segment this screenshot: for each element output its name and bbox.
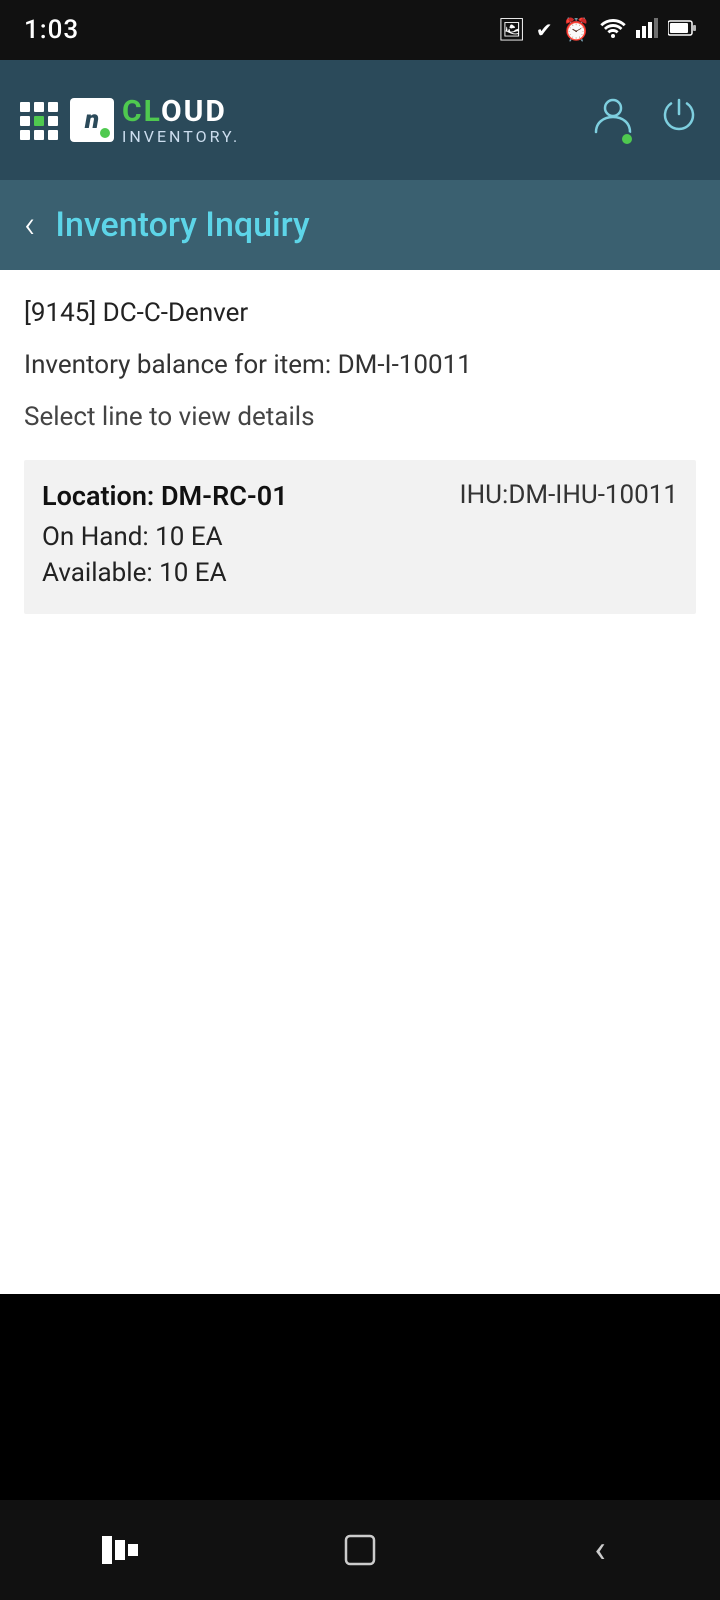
nav-back-button[interactable]: ‹ <box>560 1520 640 1580</box>
location-id-line: [9145] DC-C-Denver <box>24 298 696 328</box>
status-bar: 1:03 🖼 ✔ ⏰ <box>0 0 720 60</box>
balance-label: Inventory balance for item: DM-I-10011 <box>24 350 696 380</box>
hint-label: Select line to view details <box>24 402 696 432</box>
online-dot <box>620 132 634 146</box>
logo-n-badge: n <box>70 98 114 142</box>
signal-icon <box>636 16 658 44</box>
wifi-icon <box>600 16 626 44</box>
grid-icon[interactable] <box>20 102 56 138</box>
logo-cloud-text: CLOUD <box>122 95 240 128</box>
card-ihu: IHU:DM-IHU-10011 <box>460 480 678 510</box>
user-icon[interactable] <box>592 94 634 146</box>
main-content: [9145] DC-C-Denver Inventory balance for… <box>0 270 720 614</box>
card-on-hand: On Hand: 10 EA <box>42 522 678 552</box>
white-fill <box>0 614 720 1294</box>
card-available: Available: 10 EA <box>42 558 678 588</box>
inventory-card[interactable]: Location: DM-RC-01 IHU:DM-IHU-10011 On H… <box>24 460 696 614</box>
card-location: Location: DM-RC-01 <box>42 480 288 512</box>
battery-icon <box>668 18 696 43</box>
power-icon[interactable] <box>658 94 700 146</box>
logo-text: CLOUD INVENTORY. <box>122 95 240 146</box>
card-top-row: Location: DM-RC-01 IHU:DM-IHU-10011 <box>42 480 678 512</box>
status-time: 1:03 <box>24 15 79 45</box>
nav-menu-button[interactable] <box>80 1520 160 1580</box>
nav-home-button[interactable] <box>320 1520 400 1580</box>
bottom-nav: ‹ <box>0 1500 720 1600</box>
back-button[interactable]: ‹ <box>24 206 35 244</box>
logo-inventory-text: INVENTORY. <box>122 128 240 146</box>
alarm-icon: ⏰ <box>563 18 590 43</box>
page-header: ‹ Inventory Inquiry <box>0 180 720 270</box>
app-header: n CLOUD INVENTORY. <box>0 60 720 180</box>
check-icon: ✔ <box>536 18 553 42</box>
page-title: Inventory Inquiry <box>55 205 309 245</box>
header-right <box>592 94 700 146</box>
photo-icon: 🖼 <box>498 18 526 43</box>
header-left: n CLOUD INVENTORY. <box>20 95 240 146</box>
logo-box: n CLOUD INVENTORY. <box>70 95 240 146</box>
status-icons: 🖼 ✔ ⏰ <box>498 16 696 44</box>
